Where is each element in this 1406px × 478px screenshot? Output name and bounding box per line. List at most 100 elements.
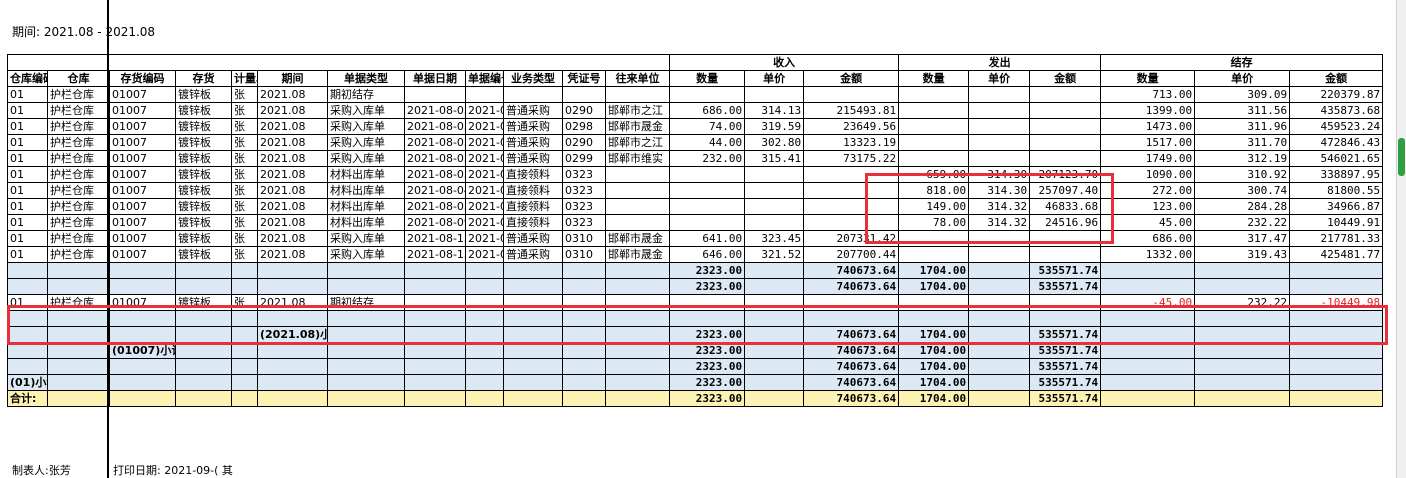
cell[interactable]: 2021-08 (465, 134, 504, 151)
cell[interactable] (7, 358, 48, 375)
cell[interactable] (109, 326, 176, 343)
cell[interactable] (404, 326, 466, 343)
cell[interactable]: 45.00 (1100, 214, 1196, 231)
cell[interactable]: 直接领料 (503, 214, 563, 231)
cell[interactable] (968, 326, 1031, 343)
cell[interactable] (1100, 342, 1196, 359)
cell[interactable] (503, 278, 563, 295)
cell[interactable]: 2021.08 (257, 86, 328, 103)
cell[interactable]: 74.00 (669, 118, 746, 135)
cell[interactable]: 采购入库单 (327, 150, 405, 167)
cell[interactable] (175, 262, 232, 279)
cell[interactable]: 镀锌板 (175, 102, 232, 119)
cell[interactable] (604, 326, 671, 343)
cell[interactable]: 535571.74 (1029, 278, 1102, 295)
cell[interactable]: 535571.74 (1029, 390, 1102, 407)
cell[interactable] (898, 150, 970, 167)
cell[interactable] (503, 86, 563, 103)
cell[interactable]: 护栏仓库 (47, 198, 110, 215)
cell[interactable]: 1332.00 (1100, 246, 1196, 263)
cell[interactable]: 镀锌板 (175, 198, 232, 215)
cell[interactable] (898, 86, 970, 103)
cell[interactable] (465, 374, 504, 391)
cell[interactable]: 张 (231, 86, 258, 103)
cell[interactable]: 普通采购 (503, 118, 563, 135)
cell[interactable] (503, 358, 563, 375)
cell[interactable] (1100, 262, 1196, 279)
cell[interactable] (231, 326, 258, 343)
cell[interactable] (257, 358, 328, 375)
cell[interactable]: 713.00 (1100, 86, 1196, 103)
cell[interactable]: 314.30 (968, 166, 1031, 183)
cell[interactable]: 818.00 (898, 182, 970, 199)
table-row[interactable]: 01 护栏仓库 01007 镀锌板张 2021.08 采购入库单 2021-08-03 202… (7, 102, 1384, 119)
cell[interactable]: 01007 (109, 230, 176, 247)
cell[interactable] (175, 342, 232, 359)
cell[interactable] (604, 198, 671, 215)
cell[interactable] (803, 310, 900, 327)
cell[interactable]: 1399.00 (1100, 102, 1196, 119)
cell[interactable] (968, 358, 1031, 375)
cell[interactable]: 01007 (109, 86, 176, 103)
cell[interactable]: 1704.00 (898, 326, 970, 343)
cell[interactable] (1289, 390, 1384, 407)
cell[interactable]: 01 (7, 86, 48, 103)
cell[interactable]: 310.92 (1194, 166, 1291, 183)
cell[interactable]: 646.00 (669, 246, 746, 263)
cell[interactable] (1194, 326, 1291, 343)
cell[interactable] (604, 374, 671, 391)
cell[interactable]: 邯郸市之江 (604, 134, 671, 151)
cell[interactable] (404, 310, 466, 327)
cell[interactable]: 207700.44 (803, 246, 900, 263)
cell[interactable]: 2021.08 (257, 214, 328, 231)
cell[interactable]: 312.19 (1194, 150, 1291, 167)
cell[interactable]: 24516.96 (1029, 214, 1102, 231)
cell[interactable] (604, 342, 671, 359)
closing-balance-row[interactable]: 01 护栏仓库 01007 镀锌板张 2021.08 期初结存 -45.00 232.22 -1… (7, 294, 1384, 311)
summary-row[interactable]: 2323.00 740673.64 1704.00 535571.74 (7, 358, 1384, 375)
cell[interactable] (404, 262, 466, 279)
cell[interactable]: (01)小计 (7, 374, 48, 391)
cell[interactable] (404, 390, 466, 407)
cell[interactable] (1100, 390, 1196, 407)
cell[interactable]: 319.43 (1194, 246, 1291, 263)
cell[interactable] (744, 358, 805, 375)
cell[interactable] (47, 342, 110, 359)
cell[interactable] (1289, 262, 1384, 279)
cell[interactable] (109, 374, 176, 391)
cell[interactable] (1029, 102, 1102, 119)
cell[interactable]: 01007 (109, 118, 176, 135)
cell[interactable]: 207123.70 (1029, 166, 1102, 183)
cell[interactable] (503, 326, 563, 343)
cell[interactable]: 546021.65 (1289, 150, 1384, 167)
col-header[interactable]: 数量 (898, 70, 970, 87)
cell[interactable]: 2021.08 (257, 230, 328, 247)
cell[interactable]: 01 (7, 166, 48, 183)
col-header[interactable]: 仓库编码 (7, 70, 48, 87)
cell[interactable]: -45.00 (1100, 294, 1196, 311)
cell[interactable]: 镀锌板 (175, 134, 232, 151)
cell[interactable] (1100, 326, 1196, 343)
cell[interactable] (898, 246, 970, 263)
cell[interactable] (968, 134, 1031, 151)
cell[interactable] (968, 262, 1031, 279)
cell[interactable]: 01007 (109, 134, 176, 151)
cell[interactable]: 215493.81 (803, 102, 900, 119)
cell[interactable] (1100, 310, 1196, 327)
cell[interactable]: 张 (231, 246, 258, 263)
col-header[interactable]: 单价 (968, 70, 1031, 87)
cell[interactable]: 2323.00 (669, 342, 746, 359)
cell[interactable] (1194, 262, 1291, 279)
cell[interactable] (465, 342, 504, 359)
cell[interactable]: 2323.00 (669, 326, 746, 343)
cell[interactable]: 普通采购 (503, 102, 563, 119)
cell[interactable] (465, 86, 504, 103)
cell[interactable] (744, 310, 805, 327)
cell[interactable] (109, 390, 176, 407)
cell[interactable]: 普通采购 (503, 134, 563, 151)
cell[interactable]: 2021.08 (257, 118, 328, 135)
cell[interactable]: 472846.43 (1289, 134, 1384, 151)
cell[interactable]: 321.52 (744, 246, 805, 263)
cell[interactable] (327, 358, 405, 375)
cell[interactable]: 直接领料 (503, 182, 563, 199)
